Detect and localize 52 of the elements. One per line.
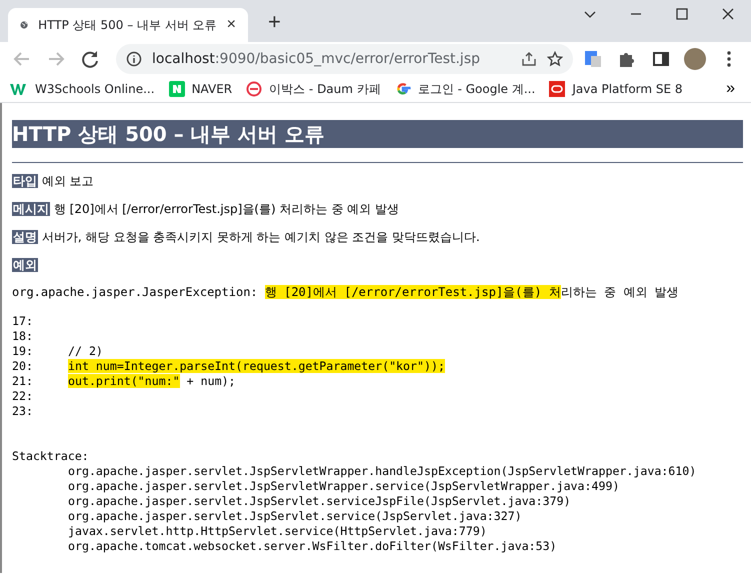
stacktrace-line: javax.servlet.http.HttpServlet.service(HttpServlet.java:779) [68,524,487,538]
stacktrace-line: org.apache.jasper.servlet.JspServletWrapper.service(JspServletWrapper.java:499) [68,479,620,493]
close-icon[interactable] [722,8,734,20]
exception-class: org.apache.jasper.JasperException: [12,285,258,299]
code-text: + num); [186,374,236,388]
field-value: 행 [20]에서 [/error/errorTest.jsp]을(를) 처리하는 중 예외 발생 [54,202,399,216]
cafe-icon [246,81,262,97]
stacktrace-label: Stacktrace: [12,449,90,464]
maximize-icon[interactable] [676,8,688,20]
line-number: 18: [12,329,34,344]
field-label: 예외 [12,258,38,272]
highlighted-code: out.print("num:" [68,374,180,388]
browser-tab[interactable]: HTTP 상태 500 – 내부 서버 오류 × [8,8,248,42]
line-number: 22: [12,389,34,404]
info-icon [126,51,142,67]
avatar-icon[interactable] [681,45,709,73]
field-value: 예외 보고 [42,174,94,188]
bookmark-link[interactable]: NAVER [168,81,232,97]
bookmark-link[interactable]: Java Platform SE 8 [549,81,683,97]
star-icon[interactable] [547,51,563,67]
highlighted-code: int num=Integer.parseInt(request.getParameter("kor")); [68,359,445,373]
field-label: 설명 [12,230,38,244]
url-text: localhost:9090/basic05_mvc/error/errorTest.jsp [152,51,481,67]
field-value: 서버가, 해당 요청을 충족시키지 못하게 하는 예기치 않은 조건을 맞닥뜨렸습니다. [42,230,480,244]
code-text: // 2) [68,344,103,358]
field-label: 타입 [12,174,38,188]
google-icon [394,81,411,97]
w3schools-icon [10,82,28,96]
line-number: 23: [12,404,34,419]
stacktrace-line: org.apache.tomcat.websocket.server.WsFilter.doFilter(WsFilter.java:53) [68,539,557,553]
message-text: 리하는 중 예외 발생 [560,285,679,299]
line-number: 21: [12,374,34,389]
stacktrace-line: org.apache.jasper.servlet.JspServlet.service(JspServlet.java:327) [68,509,522,523]
stacktrace-line: org.apache.jasper.servlet.JspServletWrapper.handleJspException(JspServletWrapper.java:610) [68,464,696,478]
address-bar[interactable]: localhost:9090/basic05_mvc/error/errorTest.jsp [116,44,573,74]
tab-close-button[interactable]: × [226,16,236,34]
highlighted-text: 행 [20]에서 [/error/errorTest.jsp]을(를) 처 [264,285,561,299]
stacktrace-line: org.apache.jasper.servlet.JspServlet.serviceJspFile(JspServlet.java:379) [68,494,571,508]
oracle-icon [549,81,566,97]
field-label: 메시지 [12,202,50,216]
line-number: 17: [12,314,34,329]
page-heading: HTTP 상태 500 – 내부 서버 오류 [12,120,743,148]
tab-title: HTTP 상태 500 – 내부 서버 오류 [38,16,217,34]
share-icon[interactable] [521,51,537,67]
naver-icon [168,81,185,97]
line-number: 20: [12,359,34,374]
bookmark-link[interactable]: 이박스 - Daum 카페 [246,80,381,98]
bookmark-link[interactable]: 로그인 - Google 계... [394,80,536,98]
line-number: 19: [12,344,34,359]
new-tab-button[interactable]: + [262,8,287,36]
bookmark-link[interactable]: W3Schools Online... [10,82,155,96]
more-bookmarks-button[interactable]: » [720,79,741,99]
